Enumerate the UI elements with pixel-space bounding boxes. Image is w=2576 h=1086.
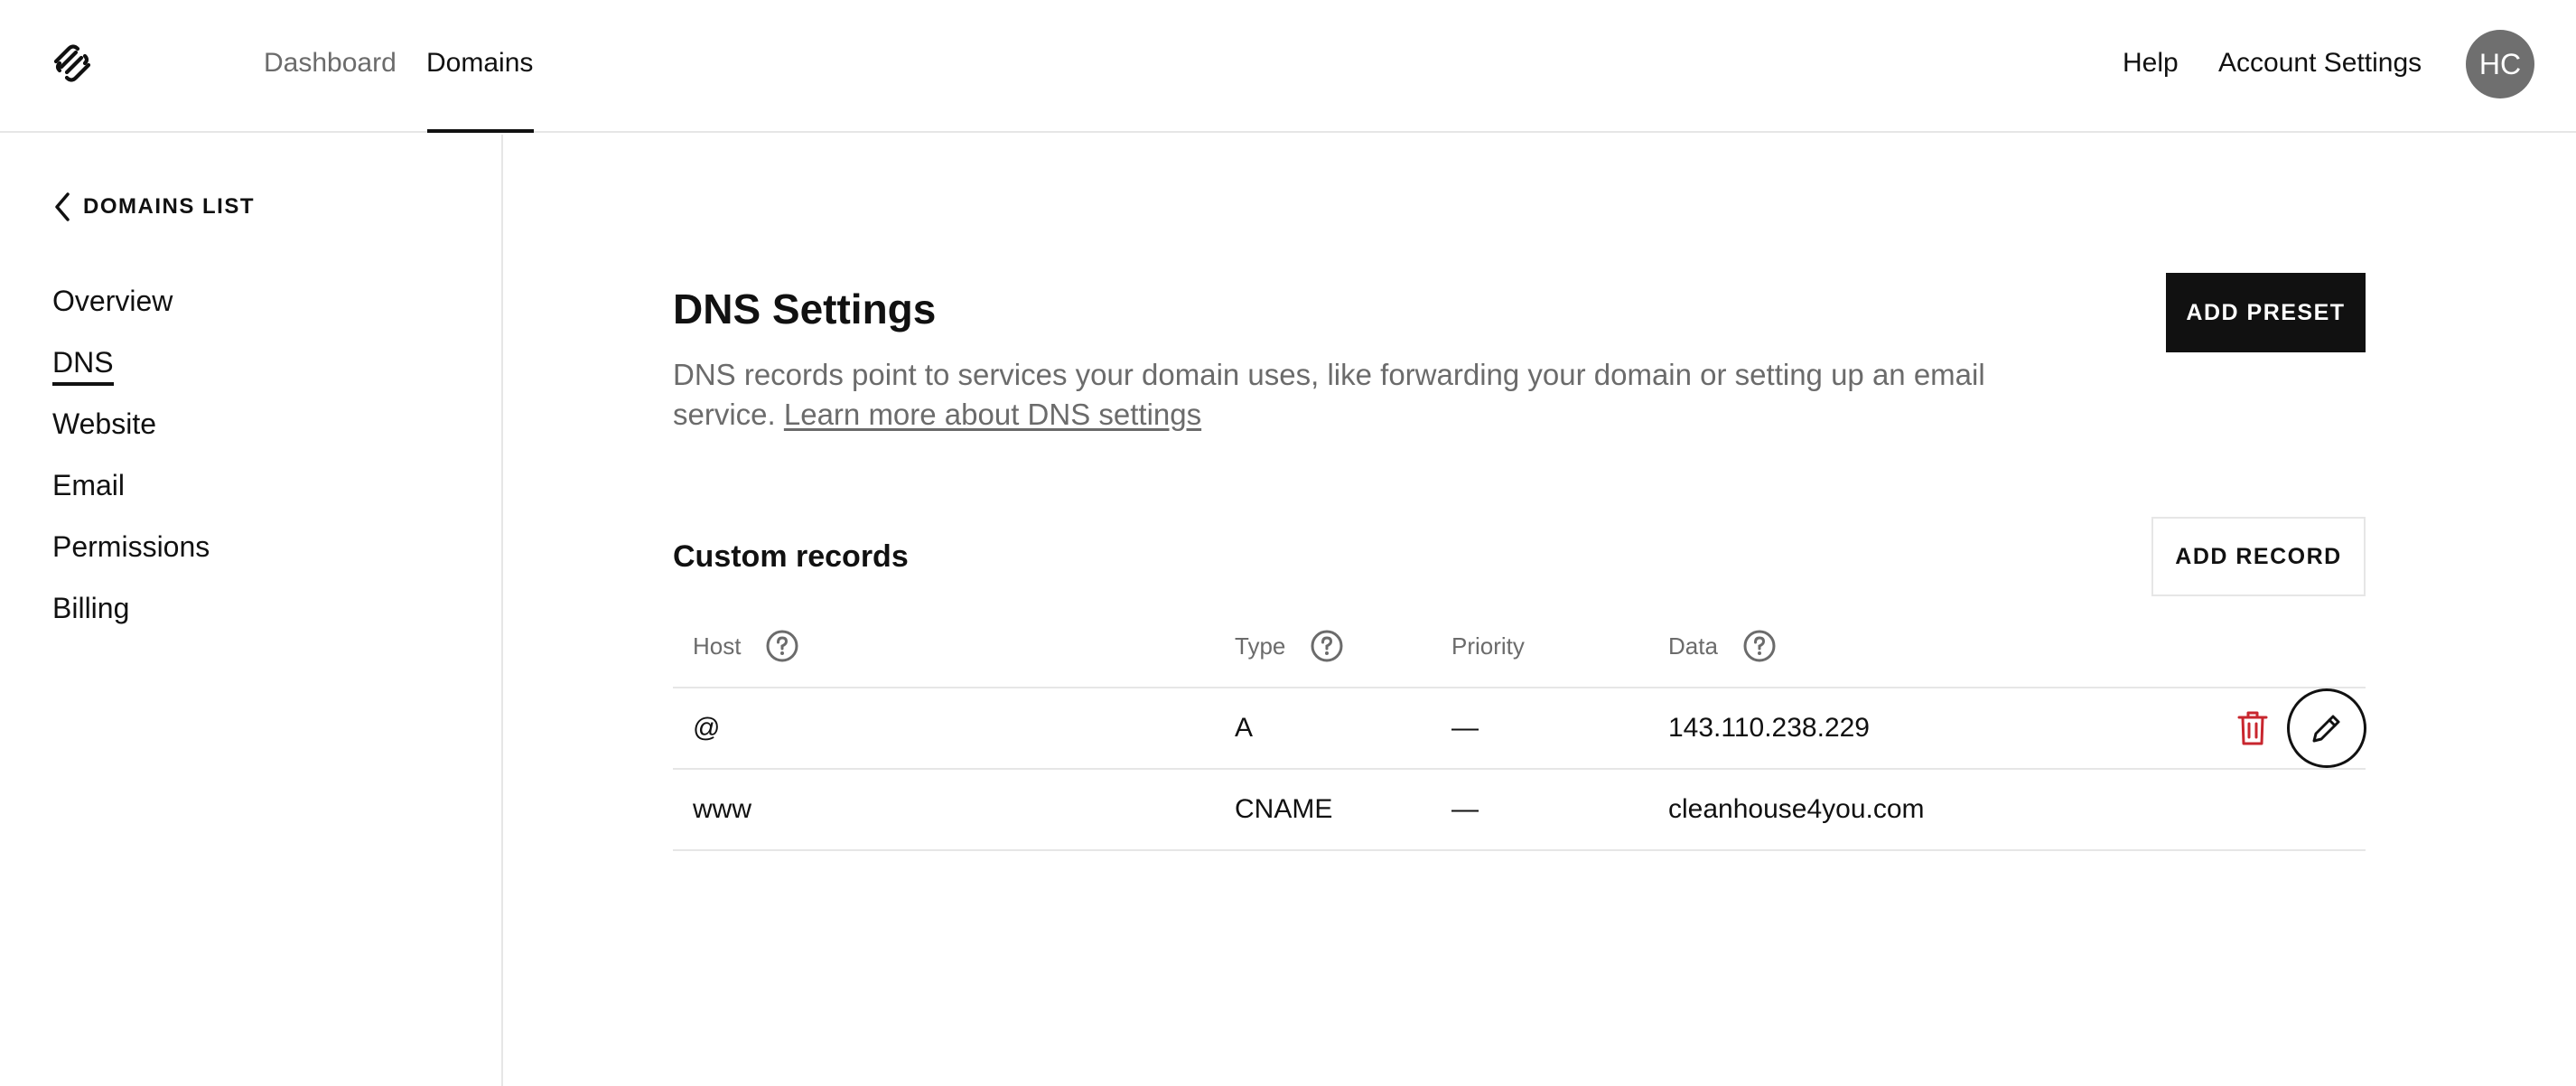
table-divider <box>673 768 2366 770</box>
column-header-host: Host <box>693 630 798 662</box>
add-preset-button[interactable]: ADD PRESET <box>2166 273 2366 352</box>
tab-dashboard[interactable]: Dashboard <box>264 47 397 80</box>
cell-priority: — <box>1451 713 1479 743</box>
back-link-label: DOMAINS LIST <box>83 194 255 219</box>
column-label-data: Data <box>1668 632 1718 660</box>
sidebar-item-website[interactable]: Website <box>52 406 156 442</box>
sidebar-item-billing[interactable]: Billing <box>52 590 129 626</box>
cell-host: www <box>693 794 751 824</box>
edit-record-button[interactable] <box>2287 688 2366 768</box>
cell-type: A <box>1235 713 1254 743</box>
page-description: DNS records point to services your domai… <box>673 355 2064 435</box>
help-circle-icon[interactable] <box>1311 630 1343 662</box>
cell-host: @ <box>693 713 721 743</box>
cell-data: cleanhouse4you.com <box>1668 794 1925 824</box>
sidebar-item-dns[interactable]: DNS <box>52 344 114 386</box>
top-navigation: Dashboard Domains Help Account Settings … <box>0 0 2576 133</box>
sidebar-item-email[interactable]: Email <box>52 467 125 503</box>
cell-data: 143.110.238.229 <box>1668 713 1870 743</box>
pencil-icon <box>2312 715 2340 743</box>
cell-type: CNAME <box>1235 794 1333 824</box>
learn-more-link[interactable]: Learn more about DNS settings <box>784 398 1201 431</box>
sidebar: DOMAINS LIST Overview DNS Website Email … <box>0 135 503 1086</box>
custom-records-heading: Custom records <box>673 539 909 574</box>
column-header-data: Data <box>1668 630 1776 662</box>
add-record-button[interactable]: ADD RECORD <box>2151 517 2366 596</box>
sidebar-item-overview[interactable]: Overview <box>52 283 173 319</box>
trash-icon[interactable] <box>2236 710 2269 746</box>
column-label-type: Type <box>1235 632 1286 660</box>
sidebar-item-permissions[interactable]: Permissions <box>52 529 210 565</box>
avatar[interactable]: HC <box>2466 30 2534 98</box>
help-link[interactable]: Help <box>2123 47 2179 80</box>
table-divider <box>673 687 2366 688</box>
table-divider <box>673 849 2366 851</box>
account-settings-link[interactable]: Account Settings <box>2218 47 2422 80</box>
tab-domains[interactable]: Domains <box>426 47 533 80</box>
help-circle-icon[interactable] <box>766 630 798 662</box>
squarespace-logo[interactable] <box>51 43 94 83</box>
column-header-priority: Priority <box>1451 630 1525 662</box>
domains-list-back-link[interactable]: DOMAINS LIST <box>52 189 255 225</box>
column-header-type: Type <box>1235 630 1343 662</box>
cell-priority: — <box>1451 794 1479 824</box>
active-tab-indicator <box>427 129 534 133</box>
column-label-priority: Priority <box>1451 632 1525 660</box>
column-label-host: Host <box>693 632 742 660</box>
chevron-left-icon <box>55 192 70 221</box>
help-circle-icon[interactable] <box>1743 630 1776 662</box>
page-title: DNS Settings <box>673 286 937 332</box>
